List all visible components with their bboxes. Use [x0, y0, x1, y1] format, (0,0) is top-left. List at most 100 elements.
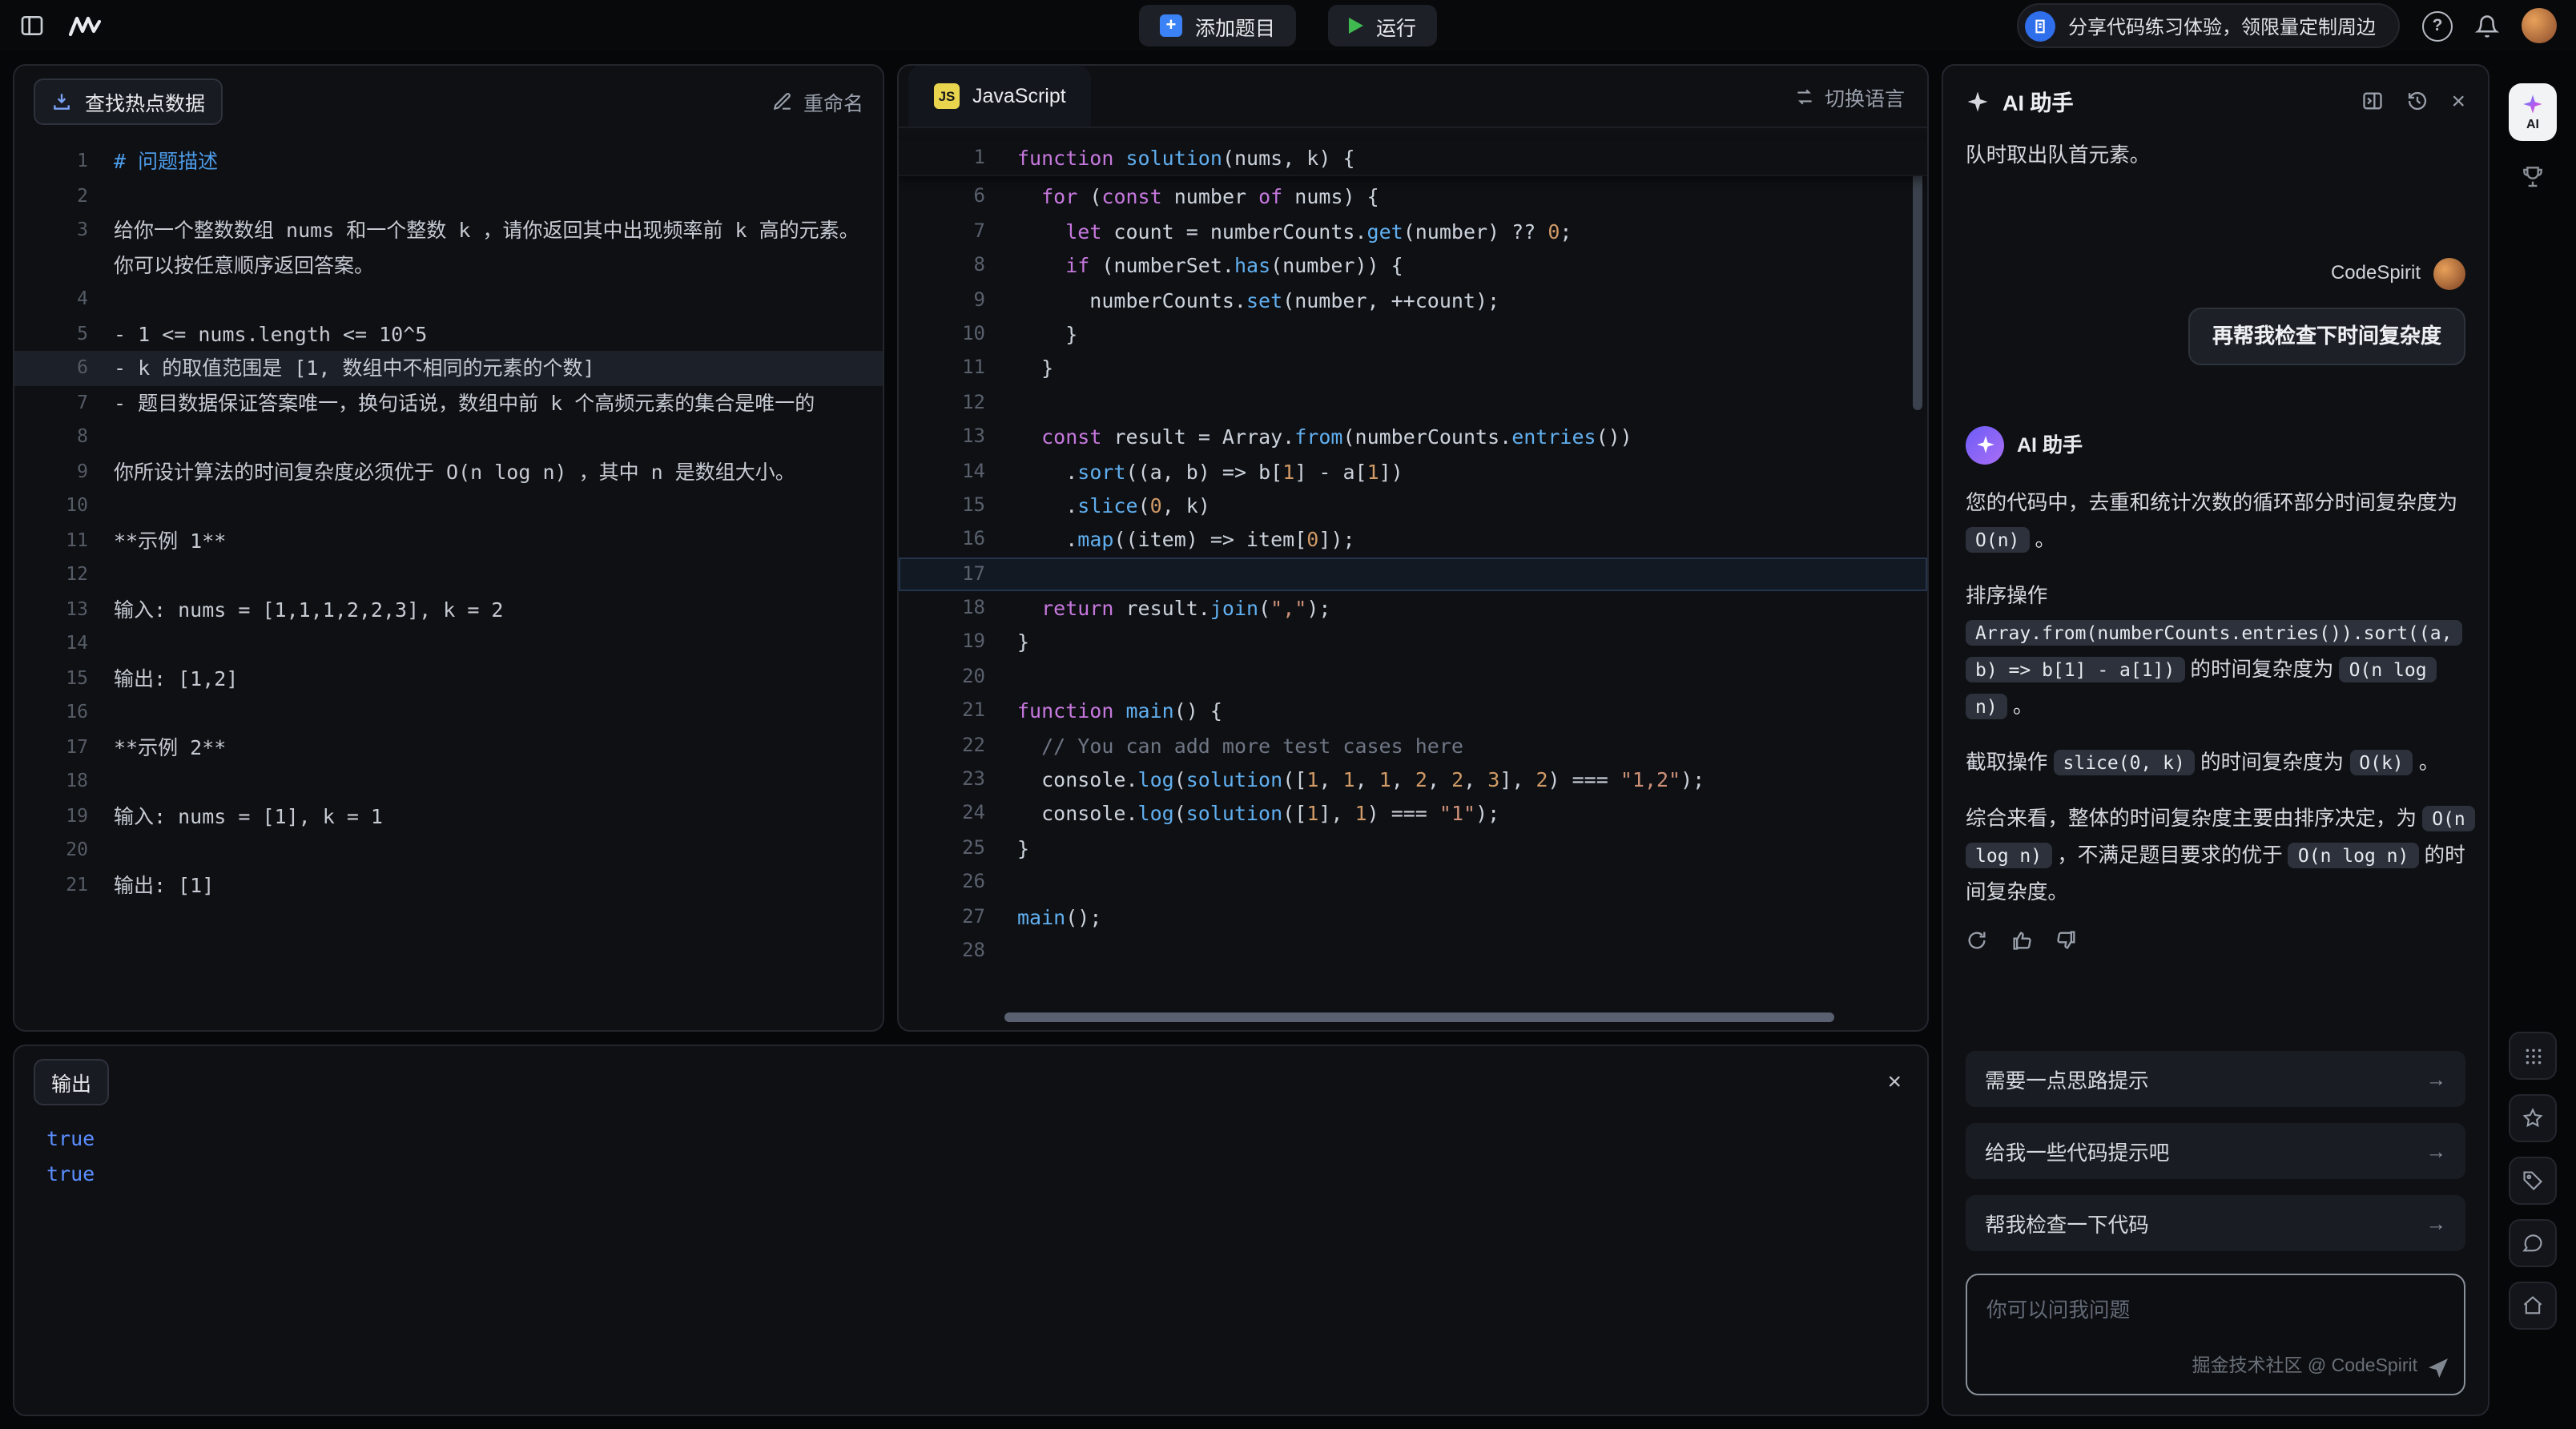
regenerate-icon[interactable]: [1966, 929, 1988, 952]
problem-line[interactable]: 11**示例 1**: [14, 523, 883, 558]
problem-line[interactable]: 16: [14, 695, 883, 730]
add-problem-button[interactable]: + 添加题目: [1139, 5, 1296, 46]
problem-line[interactable]: 18: [14, 764, 883, 799]
open-panel-icon[interactable]: [2361, 90, 2384, 112]
help-icon[interactable]: ?: [2422, 10, 2453, 41]
line-number: 22: [899, 728, 1017, 763]
problem-line[interactable]: 6- k 的取值范围是 [1, 数组中不相同的元素的个数]: [14, 351, 883, 385]
horizontal-scrollbar[interactable]: [1004, 1012, 1834, 1022]
panel-toggle-icon[interactable]: [19, 13, 45, 38]
ai-chat-input[interactable]: 你可以问我问题 掘金技术社区 @ CodeSpirit: [1966, 1274, 2465, 1395]
code-line[interactable]: 23 console.log(solution([1, 1, 1, 2, 2, …: [899, 763, 1927, 797]
line-number: 21: [14, 867, 114, 902]
code-line[interactable]: 24 console.log(solution([1], 1) === "1")…: [899, 797, 1927, 831]
problem-line[interactable]: 21输出: [1]: [14, 867, 883, 902]
code-line[interactable]: 15 .slice(0, k): [899, 489, 1927, 523]
suggestion-button[interactable]: 给我一些代码提示吧→: [1966, 1123, 2465, 1179]
app-window: + 添加题目 运行 分享代码练习体验，领限量定制周边 ?: [0, 0, 2576, 1429]
problem-line[interactable]: 12: [14, 558, 883, 592]
code-line[interactable]: 10 }: [899, 317, 1927, 352]
code-line[interactable]: 21function main() {: [899, 694, 1927, 729]
code-line[interactable]: 19}: [899, 626, 1927, 660]
trophy-icon[interactable]: [2520, 163, 2546, 189]
apps-grid-icon[interactable]: [2509, 1032, 2557, 1080]
thumbs-up-icon[interactable]: [2010, 929, 2033, 952]
code-line[interactable]: 1function solution(nums, k) {: [899, 141, 1927, 177]
home-icon[interactable]: [2509, 1282, 2557, 1330]
inline-code: O(k): [2349, 750, 2413, 775]
tab-javascript[interactable]: JS JavaScript: [908, 66, 1092, 127]
suggestion-button[interactable]: 帮我检查一下代码→: [1966, 1195, 2465, 1251]
rename-button[interactable]: 重命名: [773, 87, 863, 117]
line-number: 13: [899, 420, 1017, 454]
problem-title-box[interactable]: 查找热点数据: [34, 78, 223, 125]
code-line[interactable]: 14 .sort((a, b) => b[1] - a[1]): [899, 454, 1927, 489]
play-icon: [1349, 18, 1363, 34]
line-number: 5: [14, 316, 114, 351]
problem-line[interactable]: 9你所设计算法的时间复杂度必须优于 O(n log n) ，其中 n 是数组大小…: [14, 454, 883, 489]
problem-line[interactable]: 10: [14, 489, 883, 523]
topbar: + 添加题目 运行 分享代码练习体验，领限量定制周边 ?: [0, 0, 2576, 51]
problem-line[interactable]: 1# 问题描述: [14, 144, 883, 179]
code-line[interactable]: 27main();: [899, 900, 1927, 934]
close-ai-icon[interactable]: ×: [2451, 89, 2465, 113]
favorite-star-icon[interactable]: [2509, 1094, 2557, 1142]
send-icon[interactable]: [2425, 1355, 2451, 1380]
line-number: 9: [899, 283, 1017, 317]
code-line[interactable]: 18 return result.join(",");: [899, 591, 1927, 626]
problem-line[interactable]: 17**示例 2**: [14, 730, 883, 764]
assistant-paragraph: 您的代码中，去重和统计次数的循环部分时间复杂度为 O(n) 。: [1966, 484, 2465, 558]
code-line[interactable]: 17: [899, 557, 1927, 591]
notifications-icon[interactable]: [2475, 14, 2499, 38]
thumbs-down-icon[interactable]: [2055, 929, 2078, 952]
code-line[interactable]: 28: [899, 934, 1927, 968]
problem-line[interactable]: 5- 1 <= nums.length <= 10^5: [14, 316, 883, 351]
input-footer-text: 掘金技术社区 @ CodeSpirit: [2192, 1351, 2417, 1384]
code-line[interactable]: 9 numberCounts.set(number, ++count);: [899, 283, 1927, 317]
problem-line[interactable]: 20: [14, 833, 883, 867]
problem-line[interactable]: 2: [14, 179, 883, 213]
code-line[interactable]: 22 // You can add more test cases here: [899, 728, 1927, 763]
problem-line[interactable]: 13输入: nums = [1,1,1,2,2,3], k = 2: [14, 592, 883, 626]
code-line[interactable]: 20: [899, 660, 1927, 694]
ai-assistant-button[interactable]: AI: [2509, 83, 2557, 141]
problem-line[interactable]: 7- 题目数据保证答案唯一，换句话说，数组中前 k 个高频元素的集合是唯一的: [14, 385, 883, 420]
code-line[interactable]: 26: [899, 865, 1927, 900]
assistant-paragraph: 排序操作 Array.from(numberCounts.entries()).…: [1966, 577, 2465, 724]
problem-line[interactable]: 14: [14, 626, 883, 661]
comment-icon[interactable]: [2509, 1219, 2557, 1267]
output-title-box: 输出: [34, 1059, 109, 1105]
problem-line-text: # 问题描述: [114, 144, 883, 179]
suggestion-button[interactable]: 需要一点思路提示→: [1966, 1051, 2465, 1107]
code-line[interactable]: 6 for (const number of nums) {: [899, 180, 1927, 215]
code-line[interactable]: 25}: [899, 831, 1927, 866]
code-editor[interactable]: 1function solution(nums, k) {6 for (cons…: [899, 128, 1927, 1030]
ai-conversation[interactable]: 队时取出队首元素。 CodeSpirit 再帮我检查下时间复杂度 AI 助手 您…: [1943, 130, 2488, 1415]
tag-icon[interactable]: [2509, 1157, 2557, 1205]
code-line[interactable]: 8 if (numberSet.has(number)) {: [899, 248, 1927, 283]
problem-line[interactable]: 3给你一个整数数组 nums 和一个整数 k ，请你返回其中出现频率前 k 高的…: [14, 213, 883, 282]
line-number: 10: [899, 317, 1017, 352]
code-line-text: }: [1017, 352, 1053, 386]
problem-line[interactable]: 15输出: [1,2]: [14, 661, 883, 695]
code-line[interactable]: 16 .map((item) => item[0]);: [899, 523, 1927, 558]
problem-editor[interactable]: 1# 问题描述23给你一个整数数组 nums 和一个整数 k ，请你返回其中出现…: [14, 138, 883, 1030]
vertical-scrollbar[interactable]: [1913, 146, 1922, 410]
suggestion-label: 需要一点思路提示: [1985, 1064, 2149, 1094]
app-logo-icon[interactable]: [67, 14, 103, 38]
switch-language-button[interactable]: 切换语言: [1794, 81, 1905, 111]
history-icon[interactable]: [2406, 90, 2429, 112]
user-avatar[interactable]: [2522, 8, 2557, 43]
code-line[interactable]: 7 let count = numberCounts.get(number) ?…: [899, 215, 1927, 249]
code-line[interactable]: 12: [899, 385, 1927, 420]
problem-line[interactable]: 19输入: nums = [1], k = 1: [14, 799, 883, 833]
promo-banner[interactable]: 分享代码练习体验，领限量定制周边: [2017, 3, 2400, 48]
code-line[interactable]: 11 }: [899, 352, 1927, 386]
problem-line[interactable]: 4: [14, 282, 883, 316]
javascript-icon: JS: [934, 83, 960, 109]
run-button[interactable]: 运行: [1328, 5, 1437, 46]
problem-line[interactable]: 8: [14, 420, 883, 454]
line-number: 10: [14, 489, 114, 523]
code-line[interactable]: 13 const result = Array.from(numberCount…: [899, 420, 1927, 454]
close-output-icon[interactable]: ×: [1887, 1070, 1902, 1094]
